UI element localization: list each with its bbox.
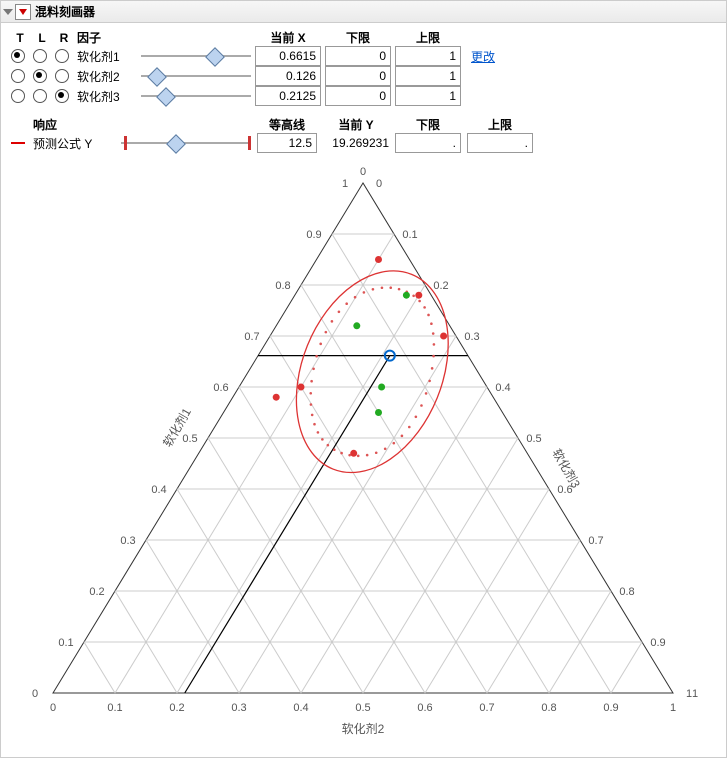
svg-text:0.3: 0.3 [464, 331, 479, 343]
col-contour: 等高线 [257, 116, 317, 133]
col-R: R [55, 31, 73, 45]
svg-text:1: 1 [692, 688, 698, 700]
svg-text:0.5: 0.5 [526, 433, 541, 445]
hi-input[interactable]: 1 [395, 66, 461, 86]
factor-slider[interactable] [141, 89, 251, 103]
svg-text:0.2: 0.2 [169, 702, 184, 714]
svg-text:0.7: 0.7 [244, 331, 259, 343]
svg-text:0.9: 0.9 [603, 702, 618, 714]
change-link[interactable]: 更改 [465, 48, 716, 65]
col-L: L [33, 31, 51, 45]
panel-title: 混料刻画器 [35, 3, 95, 20]
svg-text:0.3: 0.3 [231, 702, 246, 714]
col-T: T [11, 31, 29, 45]
svg-text:0.3: 0.3 [120, 535, 135, 547]
disclosure-triangle-icon[interactable] [3, 9, 13, 15]
radio-R-1[interactable] [55, 69, 69, 83]
factor-name: 软化剂3 [77, 88, 137, 105]
contour-input[interactable]: 12.5 [257, 133, 317, 153]
lo-input[interactable]: 0 [325, 66, 391, 86]
svg-text:软化剂2: 软化剂2 [342, 721, 385, 736]
response-slider[interactable] [121, 136, 251, 150]
svg-text:0.5: 0.5 [355, 702, 370, 714]
svg-text:0.8: 0.8 [619, 586, 634, 598]
dropdown-icon [19, 9, 27, 15]
factor-slider[interactable] [141, 69, 251, 83]
svg-text:1: 1 [670, 702, 676, 714]
response-name: 预测公式 Y [33, 135, 115, 152]
radio-L-1[interactable] [33, 69, 47, 83]
col-hi: 上限 [395, 29, 461, 46]
col-lo2: 下限 [395, 116, 461, 133]
mixture-profiler-panel: 混料刻画器 T L R 因子 当前 X 下限 上限 软化剂10.661501更改… [0, 0, 727, 758]
svg-text:0.7: 0.7 [588, 535, 603, 547]
svg-text:0: 0 [376, 178, 382, 190]
factor-name: 软化剂1 [77, 48, 137, 65]
radio-L-0[interactable] [33, 49, 47, 63]
svg-text:0.4: 0.4 [151, 484, 166, 496]
panel-menu-button[interactable] [15, 4, 31, 20]
curX-input[interactable]: 0.126 [255, 66, 321, 86]
svg-text:0.6: 0.6 [417, 702, 432, 714]
response-hi[interactable]: . [467, 133, 533, 153]
svg-text:0: 0 [360, 166, 366, 178]
radio-T-0[interactable] [11, 49, 25, 63]
col-hi2: 上限 [467, 116, 533, 133]
response-lo[interactable]: . [395, 133, 461, 153]
radio-R-2[interactable] [55, 89, 69, 103]
radio-T-2[interactable] [11, 89, 25, 103]
panel-content: T L R 因子 当前 X 下限 上限 软化剂10.661501更改软化剂20.… [1, 23, 726, 757]
svg-text:0.9: 0.9 [306, 229, 321, 241]
col-factor: 因子 [77, 29, 137, 46]
svg-text:1: 1 [342, 178, 348, 190]
svg-text:0.7: 0.7 [479, 702, 494, 714]
hi-input[interactable]: 1 [395, 86, 461, 106]
svg-text:0.1: 0.1 [58, 637, 73, 649]
factor-slider[interactable] [141, 49, 251, 63]
radio-R-0[interactable] [55, 49, 69, 63]
svg-text:0.4: 0.4 [293, 702, 308, 714]
factor-name: 软化剂2 [77, 68, 137, 85]
lo-input[interactable]: 0 [325, 86, 391, 106]
svg-text:0.1: 0.1 [107, 702, 122, 714]
curX-input[interactable]: 0.2125 [255, 86, 321, 106]
svg-text:0.5: 0.5 [182, 433, 197, 445]
curX-input[interactable]: 0.6615 [255, 46, 321, 66]
svg-text:0.9: 0.9 [650, 637, 665, 649]
svg-text:0.8: 0.8 [541, 702, 556, 714]
col-curX: 当前 X [255, 29, 321, 46]
col-curY: 当前 Y [323, 116, 389, 133]
svg-text:0.4: 0.4 [495, 382, 510, 394]
col-response: 响应 [33, 116, 115, 133]
svg-text:0.8: 0.8 [275, 280, 290, 292]
col-lo: 下限 [325, 29, 391, 46]
ternary-plot: 0100.10.90.10.20.80.20.30.70.30.40.60.40… [11, 153, 716, 753]
lo-input[interactable]: 0 [325, 46, 391, 66]
svg-text:0: 0 [50, 702, 56, 714]
radio-T-1[interactable] [11, 69, 25, 83]
svg-text:0.6: 0.6 [213, 382, 228, 394]
svg-text:0.2: 0.2 [433, 280, 448, 292]
panel-title-bar: 混料刻画器 [1, 1, 726, 23]
svg-text:0.2: 0.2 [89, 586, 104, 598]
svg-text:0.1: 0.1 [402, 229, 417, 241]
svg-text:0: 0 [32, 688, 38, 700]
hi-input[interactable]: 1 [395, 46, 461, 66]
radio-L-2[interactable] [33, 89, 47, 103]
response-line-icon [11, 142, 25, 144]
curY-value: 19.269231 [323, 136, 389, 150]
response-controls: 响应 等高线 当前 Y 下限 上限 预测公式 Y 12.5 19.269231 … [11, 116, 716, 153]
factor-controls: T L R 因子 当前 X 下限 上限 软化剂10.661501更改软化剂20.… [11, 29, 716, 106]
